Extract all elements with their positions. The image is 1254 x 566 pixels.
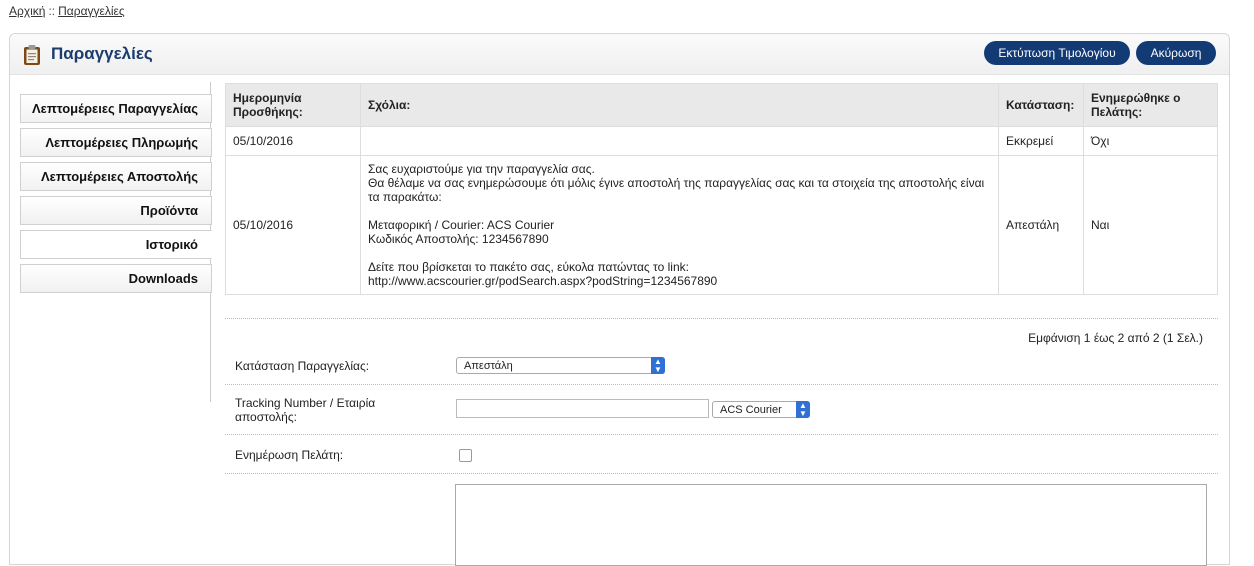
tracking-label: Tracking Number / Εταιρία αποστολής: bbox=[235, 396, 376, 424]
order-status-value: Απεστάλη bbox=[464, 360, 513, 372]
page-title: Παραγγελίες bbox=[51, 44, 153, 63]
sidebar-item-payment-details[interactable]: Λεπτομέρειες Πληρωμής bbox=[20, 128, 212, 157]
print-invoice-button[interactable]: Εκτύπωση Τιμολογίου bbox=[984, 41, 1130, 65]
courier-select[interactable]: ACS Courier ▲ ▼ bbox=[712, 401, 810, 418]
comment-line: Θα θέλαμε να σας ενημερώσουμε ότι μόλις … bbox=[368, 176, 985, 204]
comment-line: http://www.acscourier.gr/podSearch.aspx?… bbox=[368, 274, 718, 288]
breadcrumb-orders-link[interactable]: Παραγγελίες bbox=[58, 4, 125, 18]
breadcrumb-separator: :: bbox=[48, 4, 56, 18]
comment-blank bbox=[368, 246, 991, 260]
comment-line: Σας ευχαριστούμε για την παραγγελία σας. bbox=[368, 162, 595, 176]
pagination-text: Εμφάνιση 1 έως 2 από 2 (1 Σελ.) bbox=[1028, 331, 1203, 345]
row-date: 05/10/2016 bbox=[225, 155, 361, 295]
row-comment bbox=[360, 126, 999, 156]
select-arrows-icon: ▲ ▼ bbox=[651, 357, 665, 374]
comment-line: Κωδικός Αποστολής: 1234567890 bbox=[368, 232, 549, 246]
sidebar-item-history[interactable]: Ιστορικό bbox=[20, 230, 212, 259]
sidebar-item-shipping-details[interactable]: Λεπτομέρειες Αποστολής bbox=[20, 162, 212, 191]
table-header-row: Ημερομηνία Προσθήκης: Σχόλια: Κατάσταση:… bbox=[225, 83, 1218, 127]
sidebar: Λεπτομέρειες Παραγγελίας Λεπτομέρειες Πλ… bbox=[20, 94, 212, 298]
row-notified: Όχι bbox=[1083, 126, 1218, 156]
breadcrumb: Αρχική:: Παραγγελίες bbox=[9, 4, 125, 18]
column-header-notified: Ενημερώθηκε ο Πελάτης: bbox=[1083, 83, 1218, 127]
sidebar-item-downloads[interactable]: Downloads bbox=[20, 264, 212, 293]
panel-header: Παραγγελίες Εκτύπωση Τιμολογίου Ακύρωση bbox=[10, 34, 1229, 75]
row-status: Απεστάλη bbox=[998, 155, 1084, 295]
sidebar-item-order-details[interactable]: Λεπτομέρειες Παραγγελίας bbox=[20, 94, 212, 123]
breadcrumb-home-link[interactable]: Αρχική bbox=[9, 4, 45, 18]
row-date: 05/10/2016 bbox=[225, 126, 361, 156]
column-header-status: Κατάσταση: bbox=[998, 83, 1084, 127]
table-row: 05/10/2016 Σας ευχαριστούμε για την παρα… bbox=[225, 155, 1218, 295]
courier-value: ACS Courier bbox=[720, 404, 782, 416]
comment-blank bbox=[368, 204, 991, 218]
sidebar-item-products[interactable]: Προϊόντα bbox=[20, 196, 212, 225]
column-header-date: Ημερομηνία Προσθήκης: bbox=[225, 83, 361, 127]
comment-textarea[interactable] bbox=[455, 484, 1207, 566]
order-status-select[interactable]: Απεστάλη ▲ ▼ bbox=[456, 357, 665, 374]
row-comment: Σας ευχαριστούμε για την παραγγελία σας.… bbox=[360, 155, 999, 295]
clipboard-icon bbox=[24, 45, 40, 65]
select-arrows-icon: ▲ ▼ bbox=[796, 401, 810, 418]
tracking-number-input[interactable] bbox=[456, 399, 709, 418]
table-row: 05/10/2016 Εκκρεμεί Όχι bbox=[225, 126, 1218, 156]
notify-customer-label: Ενημέρωση Πελάτη: bbox=[235, 448, 344, 462]
comment-line: Δείτε που βρίσκεται το πακέτο σας, εύκολ… bbox=[368, 260, 689, 274]
cancel-button[interactable]: Ακύρωση bbox=[1136, 41, 1216, 65]
orders-panel: Παραγγελίες Εκτύπωση Τιμολογίου Ακύρωση … bbox=[9, 33, 1230, 566]
row-status: Εκκρεμεί bbox=[998, 126, 1084, 156]
column-header-comments: Σχόλια: bbox=[360, 83, 999, 127]
history-table: Ημερομηνία Προσθήκης: Σχόλια: Κατάσταση:… bbox=[225, 83, 1218, 295]
section-divider bbox=[225, 318, 1218, 320]
row-notified: Ναι bbox=[1083, 155, 1218, 295]
form-divider bbox=[225, 384, 1218, 386]
form-divider bbox=[225, 473, 1218, 475]
notify-customer-checkbox[interactable] bbox=[459, 449, 472, 462]
order-status-label: Κατάσταση Παραγγελίας: bbox=[235, 359, 370, 373]
form-divider bbox=[225, 434, 1218, 436]
comment-line: Μεταφορική / Courier: ACS Courier bbox=[368, 218, 555, 232]
